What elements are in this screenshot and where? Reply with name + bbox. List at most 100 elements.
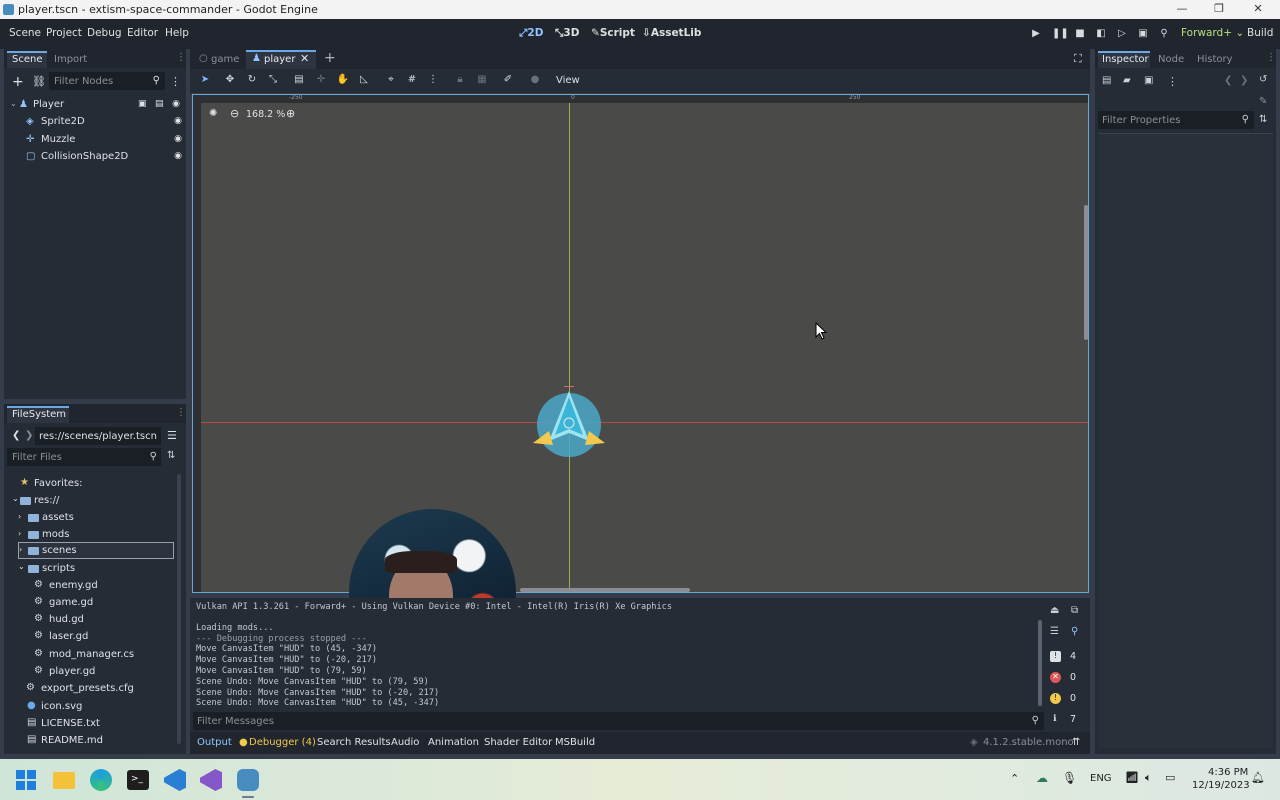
tab-import[interactable]: Import [54, 54, 87, 65]
workspace-assetlib-button[interactable]: ⇩AssetLib [642, 27, 701, 39]
object-properties-icon[interactable]: ✎ [1259, 96, 1267, 107]
lock-icon[interactable]: 🔒︎ [453, 74, 467, 88]
movie-maker-icon[interactable]: ⚲ [1158, 28, 1170, 40]
tree-node-player[interactable]: ⌄ ♟ Player ▣ ▤ ◉ [8, 96, 184, 113]
tab-inspector[interactable]: Inspector [1102, 54, 1149, 65]
search-output-icon[interactable]: ⚲ [1071, 626, 1078, 637]
folder-mods[interactable]: › mods [18, 526, 178, 543]
selectable-nodes-icon[interactable]: ▤ [292, 74, 306, 88]
forward-arrow-icon[interactable]: ❯ [25, 430, 33, 441]
tab-scene[interactable]: Scene [12, 54, 43, 65]
select-mode-icon[interactable]: ➤ [198, 74, 212, 88]
language-indicator[interactable]: ENG [1090, 773, 1112, 784]
edge-browser-icon[interactable] [90, 769, 112, 791]
renderer-select[interactable]: Forward+ ⌄ [1181, 27, 1244, 39]
history-icon[interactable]: ↺ [1259, 74, 1267, 85]
add-tab-icon[interactable]: + [324, 50, 336, 66]
filter-files-input[interactable]: Filter Files ⚲ [7, 448, 161, 466]
tree-node-muzzle[interactable]: ✛ Muzzle ◉ [10, 131, 186, 148]
version-label[interactable]: 4.1.2.stable.mono [983, 737, 1074, 748]
tab-history[interactable]: History [1197, 54, 1233, 65]
collapse-arrow-icon[interactable]: ⌄ [18, 562, 25, 571]
collapse-duplicates-icon[interactable]: ☰ [1050, 626, 1059, 637]
forward-arrow-icon[interactable]: ❯ [1240, 75, 1248, 86]
center-view-icon[interactable]: ✺ [209, 108, 217, 119]
camera-override-icon[interactable]: ● [528, 74, 542, 88]
distraction-free-icon[interactable]: ⛶ [1074, 52, 1082, 66]
build-button[interactable]: Build [1247, 27, 1273, 39]
onedrive-icon[interactable]: ☁ [1036, 771, 1048, 785]
save-icon[interactable]: ▣ [1144, 75, 1153, 86]
tab-shader-editor[interactable]: Shader Editor [484, 737, 552, 748]
restore-button[interactable]: ❐ [1209, 2, 1229, 17]
player-ship-sprite[interactable] [527, 383, 611, 457]
stop-icon[interactable]: ■ [1074, 28, 1086, 40]
output-scrollbar[interactable] [1038, 620, 1042, 706]
chevron-up-icon[interactable]: ⌃ [1010, 772, 1019, 785]
remote-debug-icon[interactable]: ◧ [1095, 28, 1107, 40]
play-icon[interactable]: ▶ [1030, 28, 1042, 40]
filter-properties-input[interactable]: Filter Properties ⚲ [1098, 111, 1254, 129]
zoom-in-icon[interactable]: ⊕ [286, 107, 295, 120]
workspace-script-button[interactable]: ✎Script [591, 27, 635, 39]
pause-icon[interactable]: ❚❚ [1052, 28, 1069, 40]
info-filter-toggle[interactable]: ℹ 7 [1046, 712, 1086, 729]
menu-debug[interactable]: Debug [87, 27, 122, 39]
vscode-icon[interactable] [164, 769, 186, 791]
pan-mode-icon[interactable]: ✋ [336, 74, 350, 88]
scene-options-icon[interactable]: ⋮ [170, 75, 181, 88]
collapse-arrow-icon[interactable]: ⌄ [10, 99, 17, 108]
tab-output[interactable]: Output [197, 737, 232, 748]
collapse-arrow-icon[interactable]: ⌄ [12, 494, 19, 503]
terminal-icon[interactable]: >_ [127, 770, 149, 790]
smart-snap-icon[interactable]: ⌖ [384, 74, 398, 88]
viewport-vscrollbar[interactable] [1084, 205, 1088, 340]
menu-editor[interactable]: Editor [127, 27, 158, 39]
windows-start-icon[interactable] [16, 770, 36, 790]
close-tab-icon[interactable]: ✕ [300, 52, 309, 65]
group-icon[interactable]: ▣ [138, 99, 147, 109]
warnings-filter-toggle[interactable]: ! 0 [1046, 691, 1086, 708]
skeleton-icon[interactable]: ✐ [501, 74, 515, 88]
visibility-eye-icon[interactable]: ◉ [174, 116, 182, 126]
notification-bell-icon[interactable]: 🔔︎ [1251, 771, 1265, 784]
zoom-out-icon[interactable]: ⊖ [230, 107, 239, 120]
tree-node-sprite2d[interactable]: ◈ Sprite2D ◉ [10, 113, 186, 130]
sort-icon[interactable]: ⇅ [167, 450, 175, 461]
close-window-button[interactable]: ✕ [1248, 2, 1268, 17]
clear-log-icon[interactable]: ⏏ [1050, 605, 1059, 616]
visibility-eye-icon[interactable]: ◉ [174, 151, 182, 161]
menu-scene[interactable]: Scene [9, 27, 41, 39]
expand-arrow-icon[interactable]: › [19, 545, 22, 554]
dock-menu-icon[interactable]: ⋮ [176, 407, 186, 418]
messages-filter-toggle[interactable]: ! 4 [1046, 649, 1086, 666]
folder-scripts[interactable]: ⌄ scripts [18, 560, 178, 577]
scale-mode-icon[interactable]: ⤡ [266, 74, 280, 88]
visibility-eye-icon[interactable]: ◉ [172, 99, 180, 109]
clock-date[interactable]: 12/19/2023 [1192, 780, 1250, 791]
errors-filter-toggle[interactable]: ✕ 0 [1046, 670, 1086, 687]
wifi-icon[interactable]: 📶︎ [1125, 771, 1139, 784]
play-current-scene-icon[interactable]: ▷ [1116, 28, 1128, 40]
expand-arrow-icon[interactable]: › [18, 512, 21, 521]
visual-studio-icon[interactable] [200, 769, 222, 791]
tab-node[interactable]: Node [1158, 54, 1184, 65]
menu-project[interactable]: Project [46, 27, 82, 39]
clock-time[interactable]: 4:36 PM [1208, 767, 1248, 778]
tab-game[interactable]: game [211, 54, 239, 65]
tab-animation[interactable]: Animation [428, 737, 479, 748]
viewport-hscrollbar[interactable] [520, 588, 690, 592]
snap-options-icon[interactable]: ⋮ [426, 74, 440, 88]
res-root-row[interactable]: ⌄ res:// [12, 492, 172, 509]
property-options-icon[interactable]: ⇅ [1259, 114, 1267, 125]
filter-messages-input[interactable]: Filter Messages ⚲ [193, 712, 1044, 730]
move-mode-icon[interactable]: ✥ [223, 74, 237, 88]
add-node-icon[interactable]: + [12, 74, 24, 90]
tab-msbuild[interactable]: MSBuild [555, 737, 595, 748]
dock-menu-icon[interactable]: ⋮ [1266, 52, 1276, 63]
microphone-icon[interactable]: 🎙︎ [1062, 771, 1077, 785]
view-menu[interactable]: View [556, 75, 580, 86]
volume-icon[interactable]: 🔈︎ [1145, 771, 1152, 785]
zoom-level[interactable]: 168.2 % [246, 109, 285, 120]
create-resource-icon[interactable]: ▤ [1102, 75, 1111, 86]
